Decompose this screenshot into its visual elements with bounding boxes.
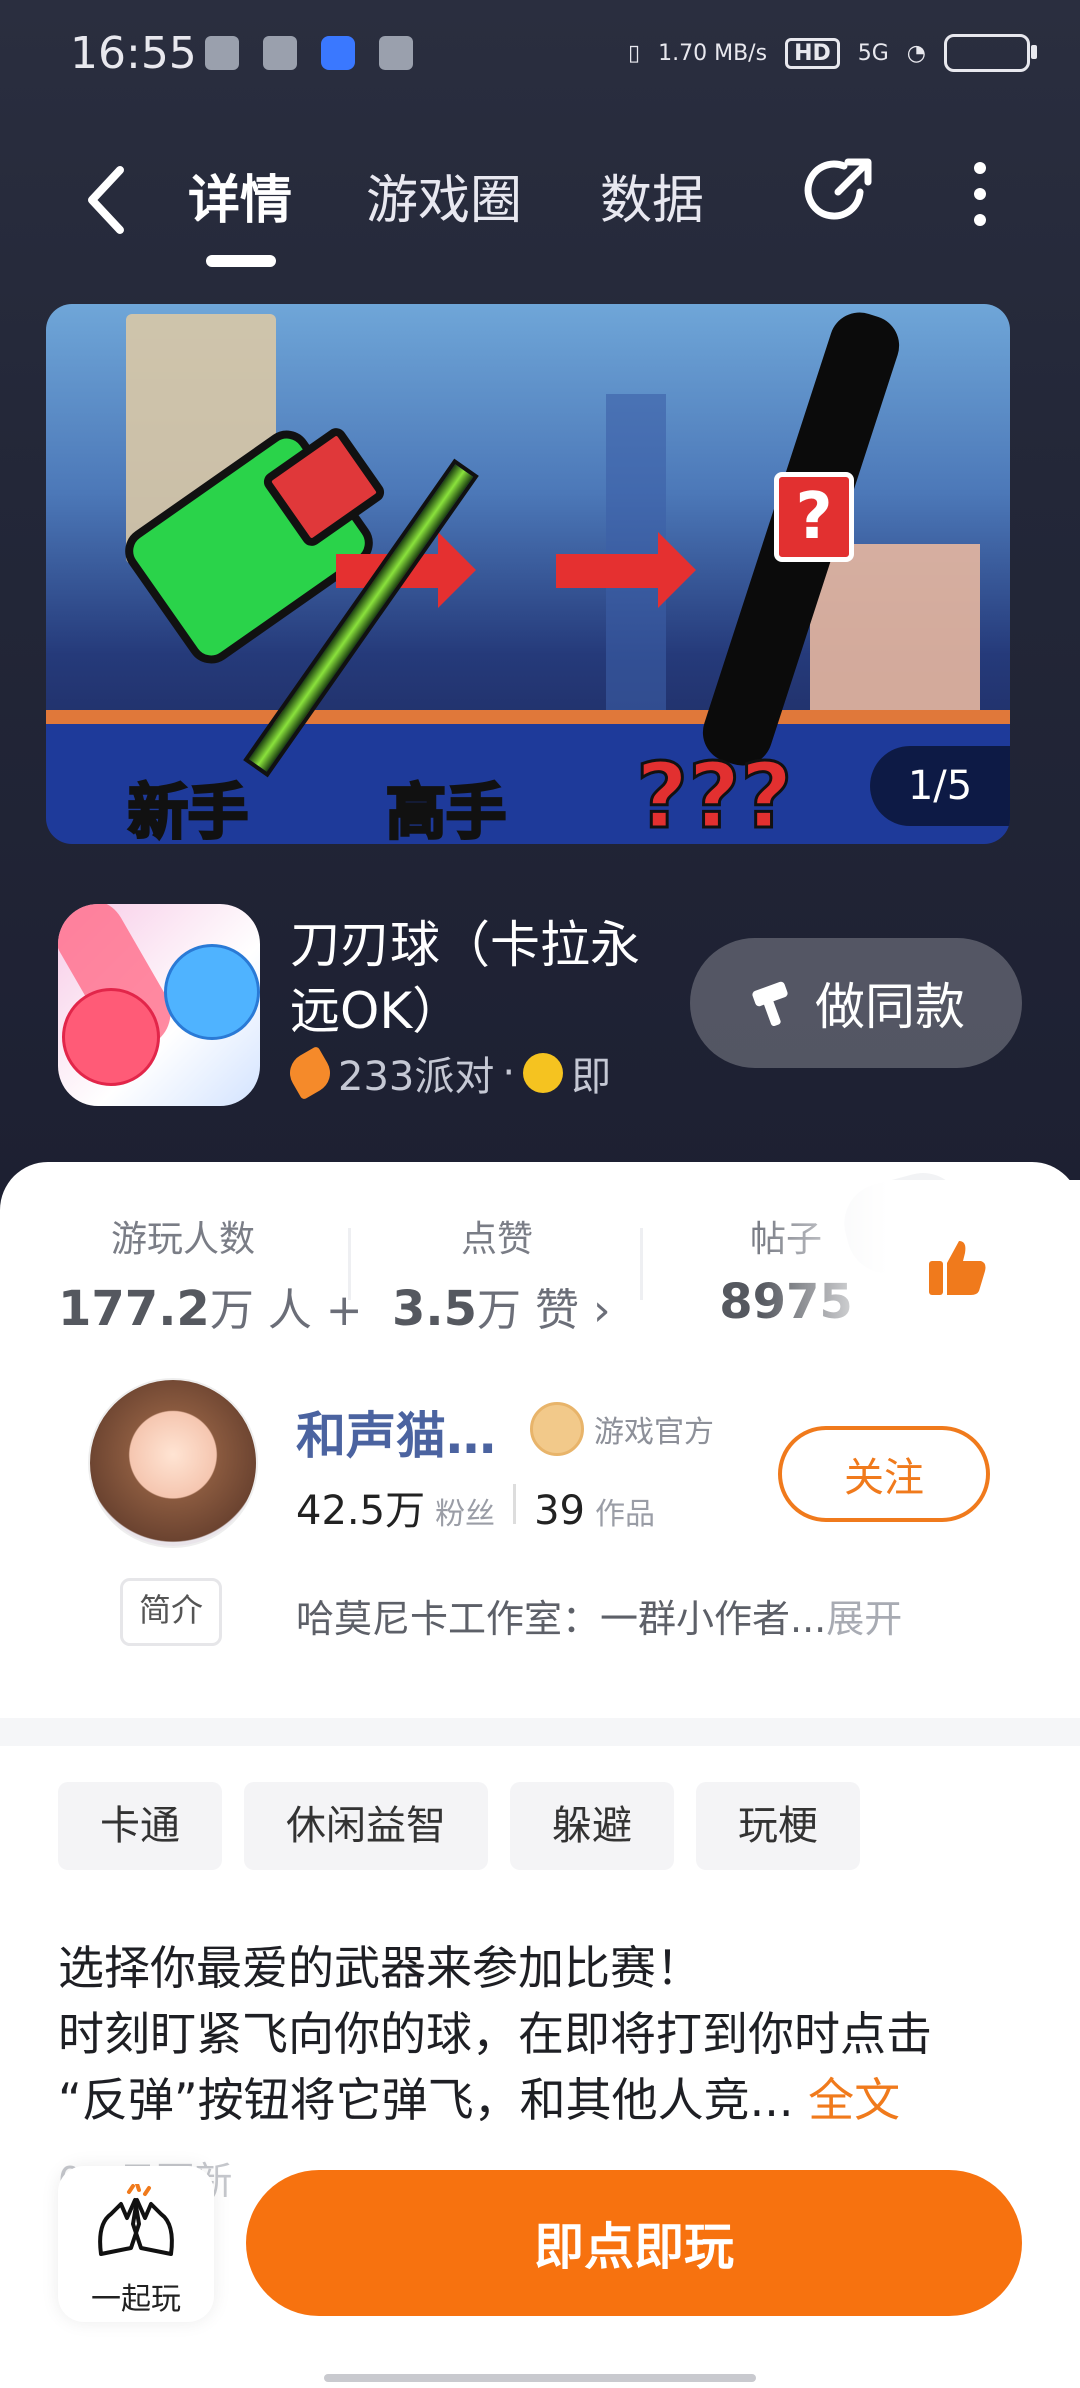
tag-meme[interactable]: 玩梗 xyxy=(696,1782,860,1870)
home-indicator[interactable] xyxy=(324,2374,756,2382)
banner-label-expert: 高手 xyxy=(385,777,508,845)
banner-label-unknown: ??? xyxy=(635,743,795,845)
pacman-icon xyxy=(523,1053,564,1093)
app-icon-red-ball xyxy=(62,988,160,1086)
play-now-button[interactable]: 即点即玩 xyxy=(246,2170,1022,2316)
platform-icon xyxy=(290,1045,338,1101)
wifi-icon: ◔ xyxy=(906,40,926,66)
full-text-link[interactable]: 全文 xyxy=(808,2073,900,2127)
stat-value: 3.5万 赞 › xyxy=(392,1281,611,1337)
baidu-icon xyxy=(321,36,355,70)
tag-casual-puzzle[interactable]: 休闲益智 xyxy=(244,1782,488,1870)
fans-count: 42.5万 xyxy=(296,1488,426,1534)
official-badge-icon xyxy=(530,1402,584,1456)
tab-game-circle[interactable]: 游戏圈 xyxy=(366,158,522,233)
play-together-label: 一起玩 xyxy=(91,2282,181,2317)
author-stats: 42.5万 粉丝 39 作品 xyxy=(296,1478,655,1536)
stat-label: 点赞 xyxy=(460,1219,533,1260)
stats-separator xyxy=(513,1484,517,1524)
section-divider xyxy=(0,1718,1080,1746)
intro-expand-link[interactable]: 展开 xyxy=(826,1597,902,1641)
stat-likes[interactable]: 点赞 3.5万 赞 › xyxy=(392,1210,611,1338)
app-icon xyxy=(58,904,260,1106)
status-right: ▯ 1.70 MB/s HD 5G ◔ xyxy=(628,34,1037,72)
wechat-icon xyxy=(263,36,297,70)
tab-data[interactable]: 数据 xyxy=(600,158,704,233)
status-notification-icons xyxy=(205,36,413,70)
stat-divider xyxy=(348,1228,351,1300)
question-mark-badge: ? xyxy=(774,472,854,562)
intro-tag: 简介 xyxy=(120,1578,222,1646)
banner-label-novice: 新手 xyxy=(127,777,250,845)
intro-content: 哈莫尼卡工作室：一群小作者... xyxy=(296,1597,827,1641)
stat-divider xyxy=(640,1228,643,1300)
meta-tail: 即 xyxy=(571,1054,612,1100)
tag-cartoon[interactable]: 卡通 xyxy=(58,1782,222,1870)
stat-players: 游玩人数 177.2万 人 + xyxy=(58,1210,363,1338)
game-description: 选择你最爱的武器来参加比赛！ 时刻盯紧飞向你的球，在即将打到你时点击 “反弹”按… xyxy=(58,1935,1018,2133)
thumbs-up-icon[interactable] xyxy=(925,1235,989,1299)
meta-dot: · xyxy=(502,1050,516,1096)
stat-value: 177.2万 人 + xyxy=(58,1281,363,1337)
top-nav: 详情 游戏圈 数据 xyxy=(0,140,1080,270)
intro-text: 哈莫尼卡工作室：一群小作者...展开 xyxy=(296,1588,902,1643)
stats-fade-overlay xyxy=(760,1180,1080,1350)
status-time: 16:55 xyxy=(70,28,197,79)
fans-label: 粉丝 xyxy=(435,1497,496,1532)
official-badge: 游戏官方 xyxy=(530,1402,714,1456)
screenshot-carousel[interactable]: ? 新手 高手 ??? 1/5 xyxy=(46,304,1010,844)
arrow-right-icon xyxy=(556,532,696,608)
tag-list: 卡通 休闲益智 躲避 玩梗 xyxy=(58,1782,860,1870)
status-bar: 16:55 ▯ 1.70 MB/s HD 5G ◔ xyxy=(0,0,1080,115)
music-icon xyxy=(205,36,239,70)
description-line: “反弹”按钮将它弹飞，和其他人竞... 全文 xyxy=(58,2073,901,2127)
signal-icon: 5G xyxy=(857,40,889,66)
author-name[interactable]: 和声猫… xyxy=(296,1396,496,1468)
share-icon[interactable] xyxy=(800,152,876,228)
make-same-button[interactable]: 做同款 xyxy=(690,938,1022,1068)
description-line: 选择你最爱的武器来参加比赛！ xyxy=(58,1941,702,1995)
net-speed: 1.70 MB/s xyxy=(658,40,768,66)
tag-dodge[interactable]: 躲避 xyxy=(510,1782,674,1870)
app-notification-icon xyxy=(379,36,413,70)
vibrate-icon: ▯ xyxy=(628,40,641,66)
high-five-icon xyxy=(98,2182,174,2256)
tab-details[interactable]: 详情 xyxy=(188,158,292,233)
back-icon[interactable] xyxy=(80,160,140,240)
author-avatar[interactable] xyxy=(88,1378,258,1548)
app-icon-blue-ball xyxy=(164,944,260,1040)
hammer-icon xyxy=(752,981,788,1027)
works-label: 作品 xyxy=(594,1497,655,1532)
app-meta: 233派对 · 即 xyxy=(290,1044,620,1102)
stat-label: 游玩人数 xyxy=(110,1219,255,1260)
official-badge-label: 游戏官方 xyxy=(594,1415,714,1450)
battery-icon xyxy=(944,34,1037,72)
active-tab-indicator xyxy=(206,255,276,267)
platform-name: 233派对 xyxy=(338,1054,495,1100)
make-same-label: 做同款 xyxy=(815,978,965,1036)
carousel-counter: 1/5 xyxy=(870,746,1010,826)
follow-button[interactable]: 关注 xyxy=(778,1426,990,1522)
more-icon[interactable] xyxy=(965,154,995,234)
description-line: 时刻盯紧飞向你的球，在即将打到你时点击 xyxy=(58,2007,932,2061)
hd-icon: HD xyxy=(785,37,840,69)
works-count: 39 xyxy=(534,1488,585,1534)
play-together-button[interactable]: 一起玩 xyxy=(58,2166,214,2322)
app-title: 刀刃球（卡拉永远OK） xyxy=(290,916,640,1040)
